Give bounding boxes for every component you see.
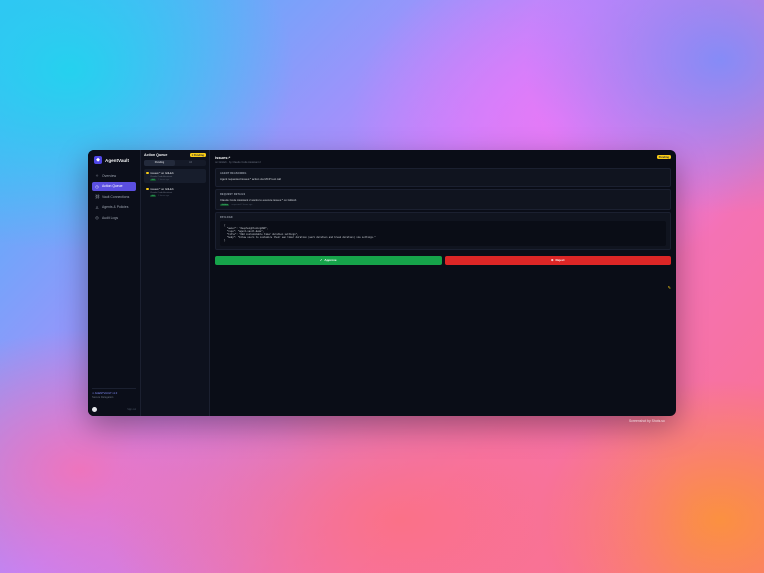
payload-card: PAYLOAD { "owner": "deepheightening899",… <box>215 212 671 250</box>
detail-title: issues:* <box>215 155 231 160</box>
queue-item-tags: GH 2 hours ago <box>150 179 204 181</box>
sidebar-item-audit-logs[interactable]: ◎ Audit Logs <box>92 213 136 222</box>
screenshot-credit: Screenshot by Shots.so <box>629 419 665 423</box>
queue-item-agent: Claude Code Assistant <box>150 192 173 194</box>
status-badge: Pending <box>656 155 671 159</box>
detail-header: issues:* on GitHub · by Claude Code Assi… <box>215 155 671 164</box>
approve-label: Approve <box>324 258 337 263</box>
request-text: Claude Code Assistant 2 wants to execute… <box>220 198 297 202</box>
request-card: REQUEST DETAILS Claude Code Assistant 2 … <box>215 189 671 210</box>
queue-item[interactable]: issues:* on GitHub Claude Code Assistant… <box>144 185 206 199</box>
pencil-icon[interactable]: ✎ <box>668 285 671 290</box>
clock-icon: ◷ <box>95 183 99 189</box>
app-window: ◆ AgentVault ✧ Overview ◷ Action Queue ⛓… <box>88 150 676 416</box>
sidebar-item-agents-policies[interactable]: ♙ Agents & Policies <box>92 203 136 212</box>
queue-item-time: 3 hours ago <box>158 195 170 197</box>
reasoning-label: AGENT REASONING <box>220 172 247 175</box>
user-row: Sign out <box>92 407 136 412</box>
action-detail: issues:* on GitHub · by Claude Code Assi… <box>210 150 676 416</box>
queue-header: Action Queue 1 Pending <box>144 153 206 157</box>
sidebar-footer: ✦ AGENTVAULT v1.0 Secure Delegation Sign… <box>92 387 136 412</box>
logo-icon: ◆ <box>94 156 102 164</box>
queue-item-title: issues:* on GitHub <box>150 187 174 191</box>
version-box: ✦ AGENTVAULT v1.0 Secure Delegation <box>92 387 136 399</box>
payload-label: PAYLOAD <box>220 216 233 219</box>
request-time: requested 2 hours ago <box>231 203 253 206</box>
app-name: AgentVault <box>105 157 129 163</box>
link-icon: ⛓ <box>95 194 101 200</box>
avatar[interactable] <box>92 407 97 412</box>
pending-dot-icon <box>146 187 149 191</box>
detail-subtitle: on GitHub · by Claude Code Assistant 2 <box>215 161 261 164</box>
sidebar-item-label: Action Queue <box>102 184 123 189</box>
sidebar-item-label: Vault Connections <box>102 194 130 199</box>
queue-item-time: 2 hours ago <box>158 179 170 181</box>
approve-button[interactable]: ✓ Approve <box>215 255 442 265</box>
service-tag: GH <box>150 195 157 197</box>
queue-item-agent: Claude Code Assistant <box>150 176 173 178</box>
tab-pending[interactable]: Pending <box>144 160 175 166</box>
pending-dot-icon <box>146 171 149 175</box>
queue-item-title-row: issues:* on GitHub <box>146 187 204 191</box>
reasoning-text: Agent requested issues:* action via MCP … <box>220 177 281 181</box>
queue-item[interactable]: issues:* on GitHub Claude Code Assistant… <box>144 169 206 183</box>
sparkle-icon: ✧ <box>95 173 99 178</box>
tab-all[interactable]: All <box>175 160 206 166</box>
service-tag: GH <box>150 179 157 181</box>
sidebar: ◆ AgentVault ✧ Overview ◷ Action Queue ⛓… <box>88 150 141 416</box>
queue-item-tags: GH 3 hours ago <box>150 195 204 197</box>
sidebar-item-action-queue[interactable]: ◷ Action Queue <box>92 181 136 191</box>
action-queue-panel: Action Queue 1 Pending Pending All issue… <box>141 150 210 416</box>
reject-label: Reject <box>555 258 565 263</box>
queue-title: Action Queue <box>144 153 168 157</box>
sidebar-item-label: Agents & Policies <box>102 205 129 210</box>
version-tagline: Secure Delegation <box>92 396 114 399</box>
service-tag: GitHub <box>220 203 230 206</box>
brand[interactable]: ◆ AgentVault <box>94 156 136 164</box>
request-label: REQUEST DETAILS <box>220 193 246 196</box>
reasoning-card: AGENT REASONING Agent requested issues:*… <box>215 168 671 187</box>
sign-out-link[interactable]: Sign out <box>127 408 136 411</box>
queue-tabs: Pending All <box>144 160 206 166</box>
queue-item-title: issues:* on GitHub <box>150 171 174 175</box>
payload-code: { "owner": "deepheightening899", "repo":… <box>220 221 666 246</box>
reject-button[interactable]: ⊗ Reject <box>444 255 671 265</box>
sidebar-item-vault-connections[interactable]: ⛓ Vault Connections <box>92 192 136 201</box>
version-label: ✦ AGENTVAULT v1.0 <box>92 391 118 395</box>
pending-count-badge: 1 Pending <box>189 153 206 157</box>
sidebar-nav: ✧ Overview ◷ Action Queue ⛓ Vault Connec… <box>92 171 136 222</box>
decision-actions: ✓ Approve ⊗ Reject <box>215 255 671 265</box>
queue-item-title-row: issues:* on GitHub <box>146 171 204 175</box>
sidebar-item-overview[interactable]: ✧ Overview <box>92 171 136 180</box>
log-icon: ◎ <box>95 215 99 221</box>
user-icon: ♙ <box>95 204 99 210</box>
sidebar-item-label: Overview <box>102 173 117 178</box>
reject-icon: ⊗ <box>550 258 554 263</box>
request-tags: GitHub requested 2 hours ago <box>220 203 666 206</box>
sidebar-item-label: Audit Logs <box>102 215 119 220</box>
check-icon: ✓ <box>319 258 323 263</box>
